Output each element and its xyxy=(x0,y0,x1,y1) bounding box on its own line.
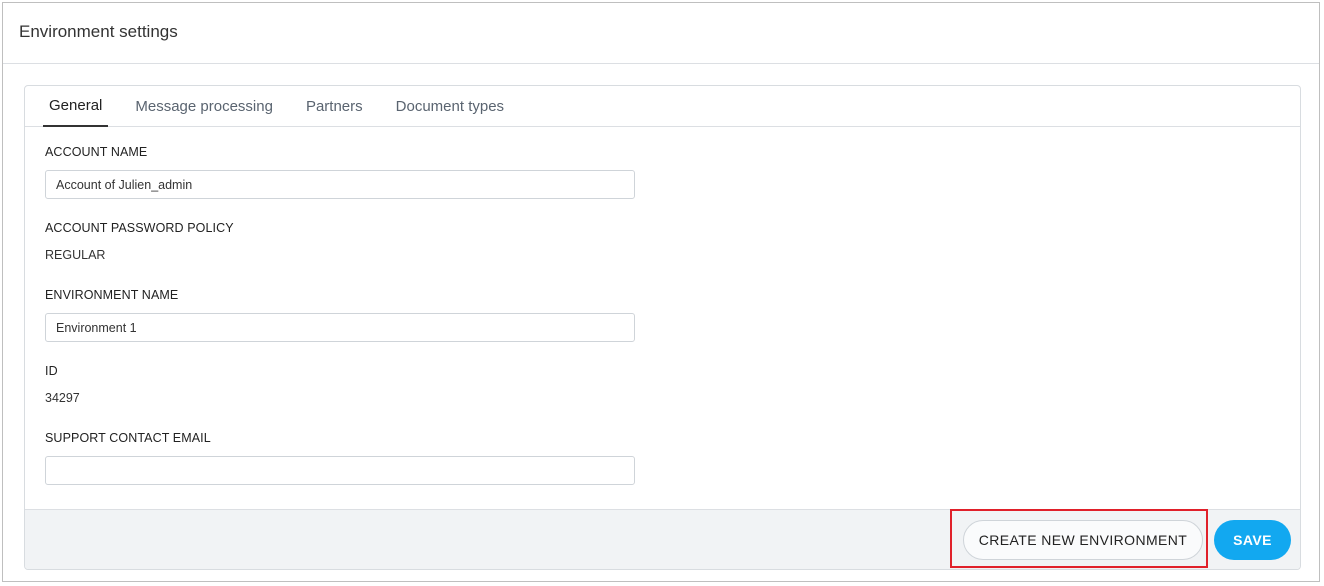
save-button[interactable]: SAVE xyxy=(1214,520,1291,560)
account-name-label: ACCOUNT NAME xyxy=(45,145,148,159)
id-label: ID xyxy=(45,364,58,378)
settings-window: Environment settings General Message pro… xyxy=(2,2,1320,582)
create-environment-button[interactable]: CREATE NEW ENVIRONMENT xyxy=(963,520,1203,560)
account-name-input[interactable] xyxy=(45,170,635,199)
tab-general[interactable]: General xyxy=(43,86,109,127)
tab-partners[interactable]: Partners xyxy=(300,86,369,126)
page-title: Environment settings xyxy=(19,22,178,41)
support-email-input[interactable] xyxy=(45,456,635,485)
id-value: 34297 xyxy=(45,391,80,405)
environment-name-input[interactable] xyxy=(45,313,635,342)
tab-document-types[interactable]: Document types xyxy=(390,86,510,126)
environment-name-label: ENVIRONMENT NAME xyxy=(45,288,179,302)
password-policy-label: ACCOUNT PASSWORD POLICY xyxy=(45,221,234,235)
tab-message-processing[interactable]: Message processing xyxy=(129,86,279,126)
password-policy-value: REGULAR xyxy=(45,248,106,262)
support-email-label: SUPPORT CONTACT EMAIL xyxy=(45,431,211,445)
form-footer: CREATE NEW ENVIRONMENT SAVE xyxy=(25,509,1300,569)
tab-bar: General Message processing Partners Docu… xyxy=(25,86,1300,127)
settings-card: General Message processing Partners Docu… xyxy=(24,85,1301,570)
page-header: Environment settings xyxy=(3,3,1319,64)
